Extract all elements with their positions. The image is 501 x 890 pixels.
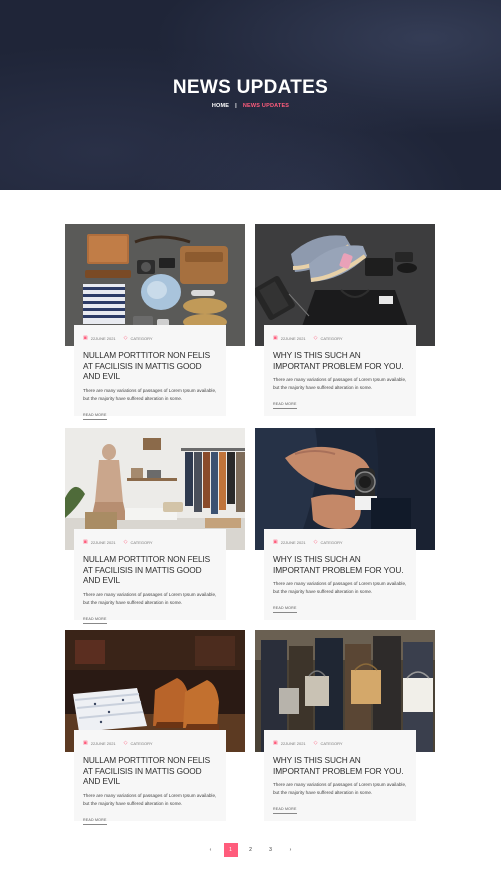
- post-card: ▣ 22JUNE 2021 ◇ CATEGORY NULLAM PORTTITO…: [74, 730, 226, 825]
- pagination-page-1[interactable]: 1: [223, 843, 238, 857]
- post-excerpt: There are many variations of passages of…: [273, 581, 407, 594]
- post-date: 22JUNE 2021: [90, 335, 116, 341]
- post-date: 22JUNE 2021: [280, 740, 306, 746]
- post-title[interactable]: WHY IS THIS SUCH AN IMPORTANT PROBLEM FO…: [273, 350, 407, 371]
- pagination: ‹ 1 2 3 ›: [0, 843, 501, 857]
- post-date: 22JUNE 2021: [90, 539, 116, 545]
- post-meta: ▣ 22JUNE 2021 ◇ CATEGORY: [273, 538, 407, 546]
- tag-icon: ◇: [313, 335, 318, 341]
- post-date: 22JUNE 2021: [280, 539, 306, 545]
- post-date: 22JUNE 2021: [90, 740, 116, 746]
- pagination-prev-button[interactable]: ‹: [204, 843, 218, 857]
- post-title[interactable]: WHY IS THIS SUCH AN IMPORTANT PROBLEM FO…: [273, 554, 407, 575]
- post-meta: ▣ 22JUNE 2021 ◇ CATEGORY: [273, 739, 407, 747]
- post-meta: ▣ 22JUNE 2021 ◇ CATEGORY: [83, 739, 217, 747]
- calendar-icon: ▣: [83, 335, 88, 341]
- read-more-link[interactable]: READ MORE: [273, 807, 297, 814]
- post-title[interactable]: NULLAM PORTTITOR NON FELIS AT FACILISIS …: [83, 350, 217, 382]
- tag-icon: ◇: [123, 539, 128, 545]
- breadcrumb-separator: |: [235, 103, 237, 109]
- post-excerpt: There are many variations of passages of…: [273, 377, 407, 390]
- calendar-icon: ▣: [83, 539, 88, 545]
- calendar-icon: ▣: [273, 539, 278, 545]
- pagination-page-3[interactable]: 3: [264, 843, 278, 857]
- read-more-link[interactable]: READ MORE: [273, 606, 297, 613]
- post-title[interactable]: NULLAM PORTTITOR NON FELIS AT FACILISIS …: [83, 554, 217, 586]
- post-card: ▣ 22JUNE 2021 ◇ CATEGORY WHY IS THIS SUC…: [264, 529, 416, 620]
- post-title[interactable]: WHY IS THIS SUCH AN IMPORTANT PROBLEM FO…: [273, 755, 407, 776]
- read-more-link[interactable]: READ MORE: [83, 413, 107, 420]
- post-meta: ▣ 22JUNE 2021 ◇ CATEGORY: [83, 334, 217, 342]
- post-card: ▣ 22JUNE 2021 ◇ CATEGORY NULLAM PORTTITO…: [74, 325, 226, 420]
- tag-icon: ◇: [123, 335, 128, 341]
- post-category[interactable]: CATEGORY: [321, 540, 343, 545]
- post-excerpt: There are many variations of passages of…: [83, 591, 217, 605]
- tag-icon: ◇: [313, 539, 318, 545]
- read-more-link[interactable]: READ MORE: [273, 402, 297, 409]
- post-meta: ▣ 22JUNE 2021 ◇ CATEGORY: [83, 538, 217, 546]
- read-more-link[interactable]: READ MORE: [83, 818, 107, 825]
- tag-icon: ◇: [123, 740, 128, 746]
- post-title[interactable]: NULLAM PORTTITOR NON FELIS AT FACILISIS …: [83, 755, 217, 787]
- pagination-next-button[interactable]: ›: [284, 843, 298, 857]
- post-card: ▣ 22JUNE 2021 ◇ CATEGORY NULLAM PORTTITO…: [74, 529, 226, 624]
- pagination-page-2[interactable]: 2: [244, 843, 258, 857]
- post-excerpt: There are many variations of passages of…: [83, 792, 217, 806]
- calendar-icon: ▣: [83, 740, 88, 746]
- post-excerpt: There are many variations of passages of…: [273, 782, 407, 795]
- calendar-icon: ▣: [273, 740, 278, 746]
- post-category[interactable]: CATEGORY: [131, 741, 153, 746]
- post-category[interactable]: CATEGORY: [131, 336, 153, 341]
- tag-icon: ◇: [313, 740, 318, 746]
- breadcrumb-current: NEWS UPDATES: [242, 103, 290, 109]
- post-excerpt: There are many variations of passages of…: [83, 387, 217, 401]
- calendar-icon: ▣: [273, 335, 278, 341]
- page-title: NEWS UPDATES: [172, 77, 329, 98]
- post-category[interactable]: CATEGORY: [321, 741, 343, 746]
- post-card: ▣ 22JUNE 2021 ◇ CATEGORY WHY IS THIS SUC…: [264, 730, 416, 821]
- post-category[interactable]: CATEGORY: [131, 540, 153, 545]
- post-meta: ▣ 22JUNE 2021 ◇ CATEGORY: [273, 334, 407, 342]
- read-more-link[interactable]: READ MORE: [83, 617, 107, 624]
- breadcrumb-home-link[interactable]: HOME: [212, 103, 229, 109]
- post-category[interactable]: CATEGORY: [321, 336, 343, 341]
- post-card: ▣ 22JUNE 2021 ◇ CATEGORY WHY IS THIS SUC…: [264, 325, 416, 416]
- breadcrumb: HOME | NEWS UPDATES: [0, 103, 501, 109]
- post-date: 22JUNE 2021: [280, 335, 306, 341]
- page-hero: NEWS UPDATES HOME | NEWS UPDATES: [0, 0, 501, 190]
